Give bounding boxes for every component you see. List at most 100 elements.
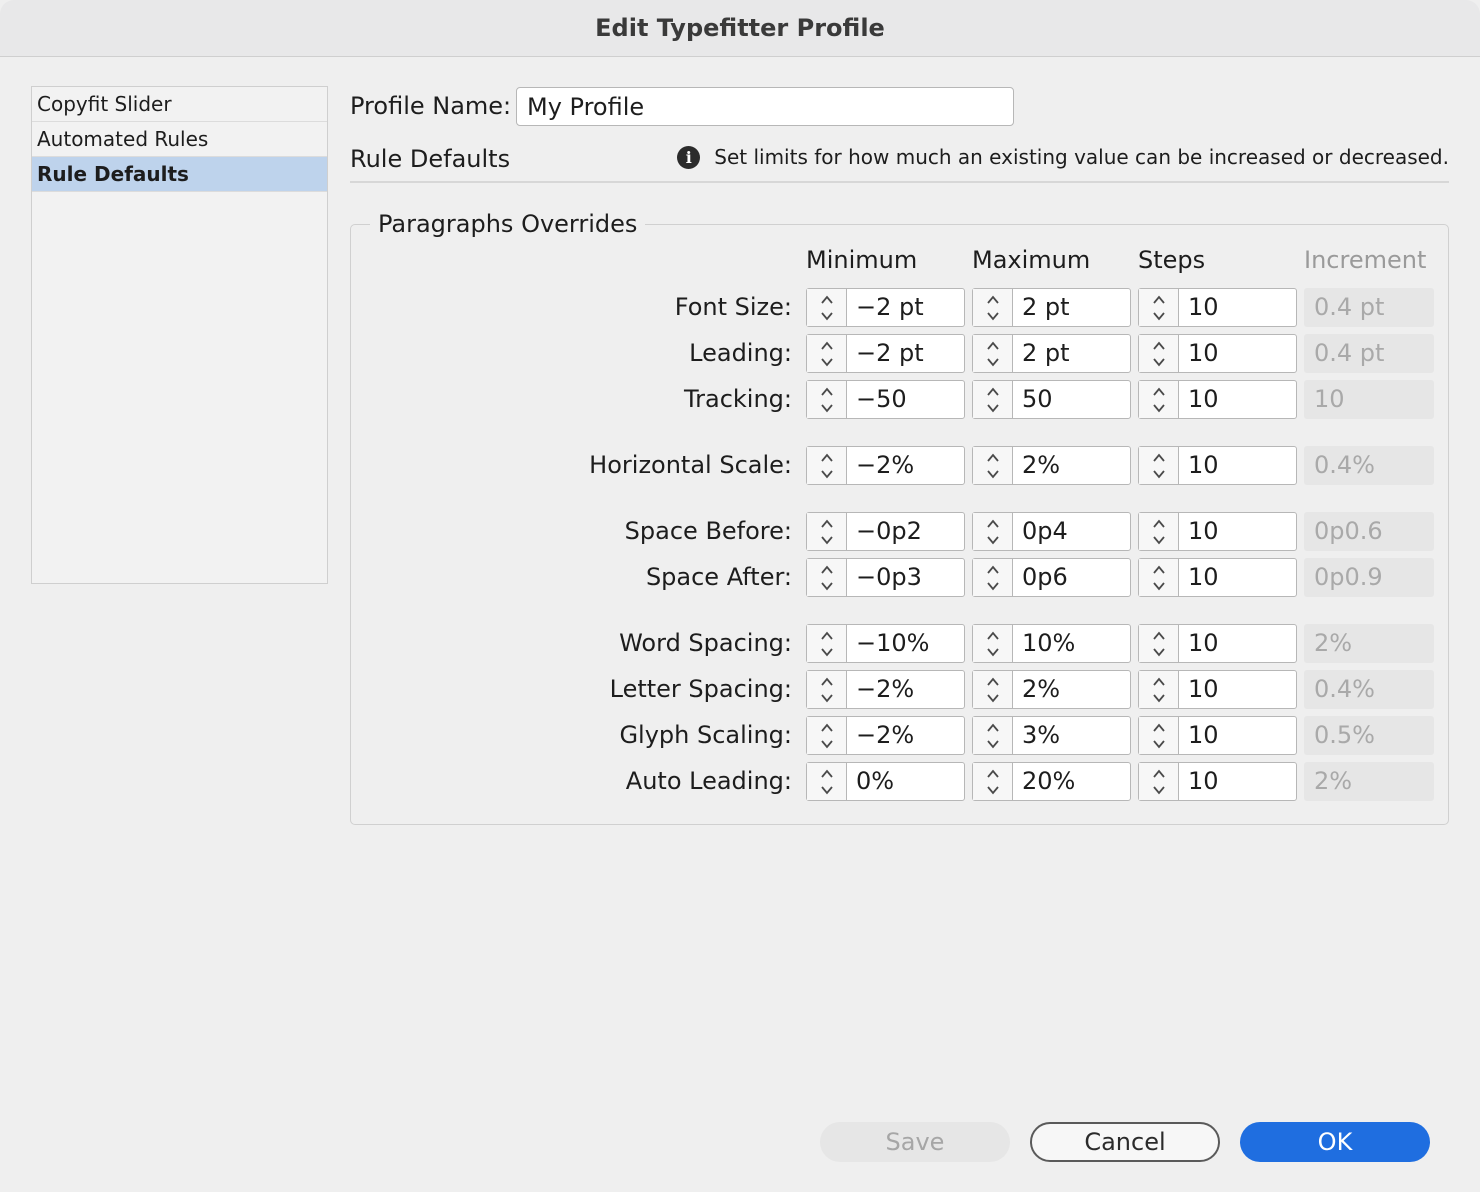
leading-minimum-value[interactable]: −2 pt bbox=[847, 335, 964, 372]
profile-name-input[interactable] bbox=[516, 87, 1014, 126]
spin-arrows-icon[interactable] bbox=[1139, 625, 1179, 662]
spin-arrows-icon[interactable] bbox=[973, 513, 1013, 550]
spin-arrows-icon[interactable] bbox=[807, 289, 847, 326]
word-spacing-maximum-stepper[interactable]: 10% bbox=[972, 624, 1131, 663]
spin-arrows-icon[interactable] bbox=[807, 717, 847, 754]
letter-spacing-maximum-stepper[interactable]: 2% bbox=[972, 670, 1131, 709]
glyph-scaling-maximum-stepper[interactable]: 3% bbox=[972, 716, 1131, 755]
tracking-minimum-value[interactable]: −50 bbox=[847, 381, 964, 418]
ok-button[interactable]: OK bbox=[1240, 1122, 1430, 1162]
save-button[interactable]: Save bbox=[820, 1122, 1010, 1162]
tracking-maximum-stepper[interactable]: 50 bbox=[972, 380, 1131, 419]
horizontal-scale-minimum-stepper[interactable]: −2% bbox=[806, 446, 965, 485]
auto-leading-steps-value[interactable]: 10 bbox=[1179, 763, 1296, 800]
spin-arrows-icon[interactable] bbox=[807, 513, 847, 550]
spin-arrows-icon[interactable] bbox=[973, 335, 1013, 372]
space-before-steps-value[interactable]: 10 bbox=[1179, 513, 1296, 550]
spin-arrows-icon[interactable] bbox=[973, 289, 1013, 326]
leading-maximum-value[interactable]: 2 pt bbox=[1013, 335, 1130, 372]
space-after-maximum-value[interactable]: 0p6 bbox=[1013, 559, 1130, 596]
spin-arrows-icon[interactable] bbox=[807, 671, 847, 708]
space-after-steps-stepper[interactable]: 10 bbox=[1138, 558, 1297, 597]
spin-arrows-icon[interactable] bbox=[973, 447, 1013, 484]
word-spacing-steps-stepper[interactable]: 10 bbox=[1138, 624, 1297, 663]
space-before-steps-stepper[interactable]: 10 bbox=[1138, 512, 1297, 551]
tracking-steps-stepper[interactable]: 10 bbox=[1138, 380, 1297, 419]
spin-arrows-icon[interactable] bbox=[1139, 559, 1179, 596]
spin-arrows-icon[interactable] bbox=[1139, 513, 1179, 550]
sidebar-item-rule-defaults[interactable]: Rule Defaults bbox=[32, 157, 327, 192]
leading-steps-value[interactable]: 10 bbox=[1179, 335, 1296, 372]
word-spacing-minimum-stepper[interactable]: −10% bbox=[806, 624, 965, 663]
cancel-button[interactable]: Cancel bbox=[1030, 1122, 1220, 1162]
space-after-minimum-stepper[interactable]: −0p3 bbox=[806, 558, 965, 597]
auto-leading-minimum-value[interactable]: 0% bbox=[847, 763, 964, 800]
info-note: i Set limits for how much an existing va… bbox=[677, 145, 1449, 169]
spin-arrows-icon[interactable] bbox=[807, 559, 847, 596]
glyph-scaling-steps-stepper[interactable]: 10 bbox=[1138, 716, 1297, 755]
space-before-maximum-stepper[interactable]: 0p4 bbox=[972, 512, 1131, 551]
word-spacing-maximum-value[interactable]: 10% bbox=[1013, 625, 1130, 662]
tracking-steps-value[interactable]: 10 bbox=[1179, 381, 1296, 418]
spin-arrows-icon[interactable] bbox=[1139, 289, 1179, 326]
glyph-scaling-minimum-stepper[interactable]: −2% bbox=[806, 716, 965, 755]
spin-arrows-icon[interactable] bbox=[1139, 671, 1179, 708]
auto-leading-maximum-value[interactable]: 20% bbox=[1013, 763, 1130, 800]
horizontal-scale-steps-value[interactable]: 10 bbox=[1179, 447, 1296, 484]
font-size-steps-stepper[interactable]: 10 bbox=[1138, 288, 1297, 327]
letter-spacing-minimum-value[interactable]: −2% bbox=[847, 671, 964, 708]
glyph-scaling-steps-value[interactable]: 10 bbox=[1179, 717, 1296, 754]
spin-arrows-icon[interactable] bbox=[973, 671, 1013, 708]
spin-arrows-icon[interactable] bbox=[807, 447, 847, 484]
spin-arrows-icon[interactable] bbox=[973, 763, 1013, 800]
font-size-maximum-stepper[interactable]: 2 pt bbox=[972, 288, 1131, 327]
spin-arrows-icon[interactable] bbox=[807, 763, 847, 800]
spin-arrows-icon[interactable] bbox=[807, 381, 847, 418]
space-after-minimum-value[interactable]: −0p3 bbox=[847, 559, 964, 596]
letter-spacing-steps-value[interactable]: 10 bbox=[1179, 671, 1296, 708]
horizontal-scale-label: Horizontal Scale: bbox=[589, 451, 792, 479]
spin-arrows-icon[interactable] bbox=[973, 717, 1013, 754]
spin-arrows-icon[interactable] bbox=[973, 381, 1013, 418]
letter-spacing-minimum-stepper[interactable]: −2% bbox=[806, 670, 965, 709]
leading-maximum-stepper[interactable]: 2 pt bbox=[972, 334, 1131, 373]
horizontal-scale-maximum-value[interactable]: 2% bbox=[1013, 447, 1130, 484]
space-before-minimum-stepper[interactable]: −0p2 bbox=[806, 512, 965, 551]
horizontal-scale-steps-stepper[interactable]: 10 bbox=[1138, 446, 1297, 485]
glyph-scaling-minimum-value[interactable]: −2% bbox=[847, 717, 964, 754]
spin-arrows-icon[interactable] bbox=[973, 625, 1013, 662]
auto-leading-minimum-stepper[interactable]: 0% bbox=[806, 762, 965, 801]
space-before-minimum-value[interactable]: −0p2 bbox=[847, 513, 964, 550]
word-spacing-minimum-value[interactable]: −10% bbox=[847, 625, 964, 662]
glyph-scaling-maximum-value[interactable]: 3% bbox=[1013, 717, 1130, 754]
space-after-maximum-stepper[interactable]: 0p6 bbox=[972, 558, 1131, 597]
tracking-minimum-stepper[interactable]: −50 bbox=[806, 380, 965, 419]
horizontal-scale-minimum-value[interactable]: −2% bbox=[847, 447, 964, 484]
leading-minimum-stepper[interactable]: −2 pt bbox=[806, 334, 965, 373]
spin-arrows-icon[interactable] bbox=[1139, 717, 1179, 754]
word-spacing-steps-value[interactable]: 10 bbox=[1179, 625, 1296, 662]
spin-arrows-icon[interactable] bbox=[807, 625, 847, 662]
space-before-maximum-value[interactable]: 0p4 bbox=[1013, 513, 1130, 550]
word-spacing-label: Word Spacing: bbox=[619, 629, 792, 657]
letter-spacing-maximum-value[interactable]: 2% bbox=[1013, 671, 1130, 708]
horizontal-scale-maximum-stepper[interactable]: 2% bbox=[972, 446, 1131, 485]
spin-arrows-icon[interactable] bbox=[1139, 763, 1179, 800]
spin-arrows-icon[interactable] bbox=[1139, 381, 1179, 418]
leading-steps-stepper[interactable]: 10 bbox=[1138, 334, 1297, 373]
font-size-maximum-value[interactable]: 2 pt bbox=[1013, 289, 1130, 326]
letter-spacing-steps-stepper[interactable]: 10 bbox=[1138, 670, 1297, 709]
tracking-maximum-value[interactable]: 50 bbox=[1013, 381, 1130, 418]
font-size-minimum-stepper[interactable]: −2 pt bbox=[806, 288, 965, 327]
spin-arrows-icon[interactable] bbox=[1139, 447, 1179, 484]
sidebar-item-copyfit-slider[interactable]: Copyfit Slider bbox=[32, 87, 327, 122]
sidebar-item-automated-rules[interactable]: Automated Rules bbox=[32, 122, 327, 157]
auto-leading-maximum-stepper[interactable]: 20% bbox=[972, 762, 1131, 801]
spin-arrows-icon[interactable] bbox=[807, 335, 847, 372]
spin-arrows-icon[interactable] bbox=[973, 559, 1013, 596]
font-size-minimum-value[interactable]: −2 pt bbox=[847, 289, 964, 326]
auto-leading-steps-stepper[interactable]: 10 bbox=[1138, 762, 1297, 801]
space-after-steps-value[interactable]: 10 bbox=[1179, 559, 1296, 596]
font-size-steps-value[interactable]: 10 bbox=[1179, 289, 1296, 326]
spin-arrows-icon[interactable] bbox=[1139, 335, 1179, 372]
